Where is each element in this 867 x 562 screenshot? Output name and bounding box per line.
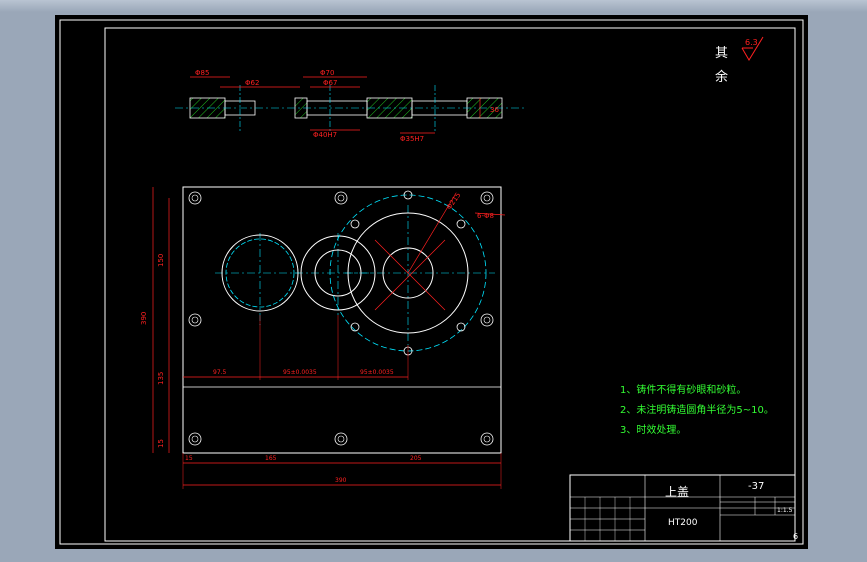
material: HT200 [668, 518, 698, 528]
dim-center-3: 95±0.0035 [360, 369, 394, 376]
roughness-label-2: 余 [715, 69, 728, 85]
cad-drawing: 6 其 余 6.3 Φ85 Φ62 Φ70 Φ67 Φ40H7 Φ35H7 36 [59, 19, 804, 545]
dim-width-1: 15 [185, 455, 193, 462]
dim-height-total: 390 [140, 312, 148, 325]
part-name: 上盖 [665, 485, 689, 499]
bolt-circle-dim: Φ215 [445, 191, 462, 211]
sec-dim-5: Φ40H7 [313, 131, 337, 139]
dim-height-1: 150 [157, 254, 165, 267]
sheet-corner-text: 6 [793, 532, 798, 541]
note-line-3: 3、时效处理。 [620, 423, 686, 436]
bolt-holes-dim: 6-Φ8 [477, 212, 494, 220]
scale: 1:1.5 [777, 507, 793, 514]
roughness-symbol: 其 余 6.3 [715, 36, 764, 85]
dim-width-3: 205 [410, 455, 422, 462]
sec-dim-1: Φ85 [195, 69, 209, 77]
dim-width-2: 165 [265, 455, 277, 462]
dim-center-2: 95±0.0035 [283, 369, 317, 376]
drawing-canvas[interactable]: 6 其 余 6.3 Φ85 Φ62 Φ70 Φ67 Φ40H7 Φ35H7 36 [55, 15, 808, 549]
note-line-1: 1、铸件不得有砂眼和砂粒。 [620, 383, 746, 396]
title-block: 上盖 -37 HT200 1:1.5 [569, 474, 796, 542]
roughness-label-1: 其 [715, 46, 728, 61]
sec-dim-6: Φ35H7 [400, 135, 424, 143]
plan-view: Φ215 6-Φ8 390 150 135 15 97.5 95±0.0035 … [140, 186, 506, 489]
dim-width-total: 390 [335, 477, 347, 484]
sec-dim-2: Φ62 [245, 79, 259, 87]
sec-dim-thickness: 36 [490, 106, 499, 114]
sec-dim-4: Φ67 [323, 79, 337, 87]
window-top-band [0, 0, 867, 12]
sec-dim-3: Φ70 [320, 69, 334, 77]
dim-height-2: 135 [157, 372, 165, 385]
dim-height-3: 15 [157, 439, 165, 448]
section-view: Φ85 Φ62 Φ70 Φ67 Φ40H7 Φ35H7 36 [175, 69, 525, 143]
dim-center-1: 97.5 [213, 369, 227, 376]
note-line-2: 2、未注明铸造圆角半径为5~10。 [620, 403, 774, 416]
roughness-value: 6.3 [745, 38, 758, 47]
technical-notes: 1、铸件不得有砂眼和砂粒。 2、未注明铸造圆角半径为5~10。 3、时效处理。 [620, 383, 774, 436]
drawing-number: -37 [748, 481, 764, 492]
